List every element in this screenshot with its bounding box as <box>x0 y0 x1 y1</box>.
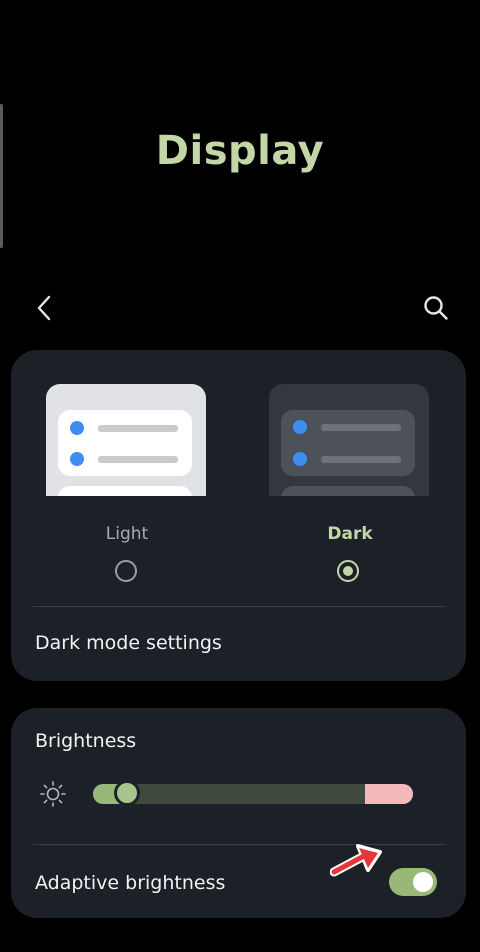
preview-line <box>321 424 401 431</box>
preview-panel <box>281 486 415 496</box>
dark-theme-preview[interactable] <box>269 384 429 496</box>
dark-theme-label: Dark <box>327 524 373 544</box>
theme-card: Light Dark Dark mode settings <box>11 350 466 681</box>
sun-icon <box>40 781 66 807</box>
light-theme-radio[interactable] <box>115 560 137 582</box>
adaptive-brightness-label: Adaptive brightness <box>35 872 226 894</box>
divider <box>33 606 445 607</box>
preview-line <box>98 425 178 432</box>
preview-dot <box>293 452 307 466</box>
red-arrow-annotation <box>330 844 382 877</box>
preview-panel <box>58 486 192 496</box>
brightness-label: Brightness <box>35 730 137 752</box>
nav-row <box>0 288 480 328</box>
brightness-slider[interactable] <box>35 776 445 812</box>
back-button[interactable] <box>26 288 62 328</box>
slider-track[interactable] <box>93 784 413 804</box>
adaptive-brightness-toggle[interactable] <box>389 868 437 896</box>
search-icon <box>424 296 448 320</box>
light-theme-preview[interactable] <box>46 384 206 496</box>
light-theme-label: Light <box>105 524 149 544</box>
dark-theme-radio[interactable] <box>337 560 359 582</box>
preview-dot <box>70 421 84 435</box>
slider-extra-brightness-zone <box>365 784 413 804</box>
brightness-card: Brightness Adaptive brightness <box>11 708 466 918</box>
edge-panel-handle[interactable] <box>0 104 3 248</box>
slider-thumb[interactable] <box>114 780 140 806</box>
preview-line <box>98 456 178 463</box>
preview-line <box>321 456 401 463</box>
page-title: Display <box>155 128 325 174</box>
preview-dot <box>70 452 84 466</box>
preview-panel <box>58 410 192 476</box>
preview-panel <box>281 410 415 476</box>
chevron-left-icon <box>37 295 51 321</box>
search-button[interactable] <box>418 288 454 328</box>
dark-mode-settings-item[interactable]: Dark mode settings <box>35 632 222 654</box>
toggle-knob <box>413 872 433 892</box>
preview-dot <box>293 420 307 434</box>
